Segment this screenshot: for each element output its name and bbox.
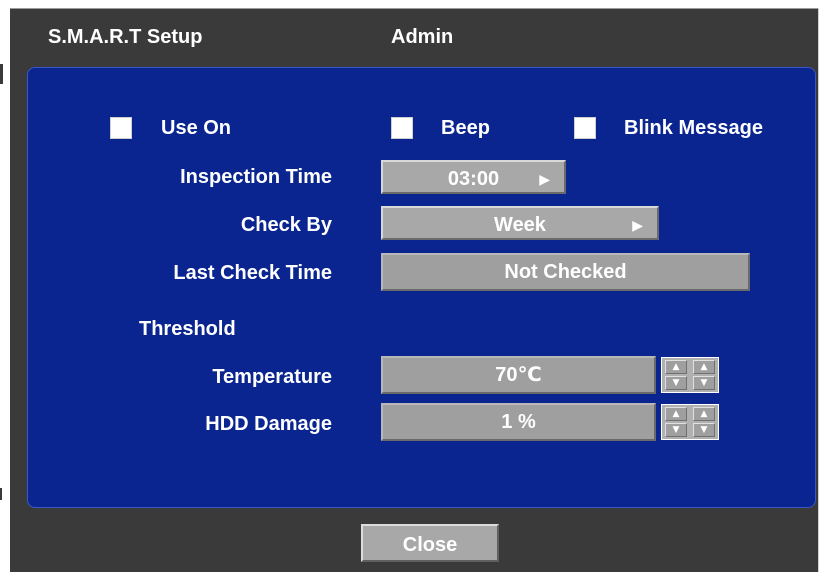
spin-down-icon[interactable]: ▼ (693, 423, 715, 437)
hdd-damage-value: 1 % (501, 411, 536, 433)
check-by-select[interactable]: Week ▶ (381, 206, 659, 240)
hdd-damage-spinner: ▲ ▲ ▼ ▼ (661, 404, 719, 440)
use-on-checkbox[interactable] (110, 117, 132, 139)
spin-down-icon[interactable]: ▼ (693, 376, 715, 390)
left-edge (0, 0, 10, 572)
spin-down-icon[interactable]: ▼ (665, 423, 687, 437)
temperature-label: Temperature (212, 366, 332, 388)
edge-mark (0, 64, 3, 84)
hdd-damage-label: HDD Damage (205, 413, 332, 435)
spin-up-icon[interactable]: ▲ (665, 360, 687, 374)
last-check-time-label: Last Check Time (173, 262, 332, 284)
spin-up-icon[interactable]: ▲ (693, 360, 715, 374)
inspection-time-select[interactable]: 03:00 ▶ (381, 160, 566, 194)
blink-message-checkbox[interactable] (574, 117, 596, 139)
right-edge (818, 8, 825, 572)
temperature-value: 70℃ (495, 364, 542, 386)
triangle-right-icon: ▶ (632, 217, 643, 233)
triangle-right-icon: ▶ (539, 171, 550, 187)
spin-down-icon[interactable]: ▼ (665, 376, 687, 390)
blink-message-label: Blink Message (624, 117, 763, 139)
spin-up-icon[interactable]: ▲ (665, 407, 687, 421)
dialog-title: S.M.A.R.T Setup (48, 26, 203, 48)
inspection-time-value: 03:00 (447, 168, 500, 190)
last-check-time-value: Not Checked (504, 261, 627, 283)
close-button[interactable]: Close (361, 524, 499, 562)
hdd-damage-input[interactable]: 1 % (381, 403, 656, 441)
temperature-input[interactable]: 70℃ (381, 356, 656, 394)
use-on-label: Use On (161, 117, 232, 139)
current-user: Admin (391, 26, 454, 48)
temperature-spinner: ▲ ▲ ▼ ▼ (661, 357, 719, 393)
check-by-label: Check By (240, 214, 332, 236)
beep-checkbox[interactable] (391, 117, 413, 139)
spin-up-icon[interactable]: ▲ (693, 407, 715, 421)
screen: S.M.A.R.T Setup Admin Use On Beep Blink … (0, 0, 825, 572)
check-by-value: Week (494, 214, 546, 236)
last-check-time-field: Not Checked (381, 253, 750, 291)
threshold-heading: Threshold (139, 318, 236, 340)
beep-label: Beep (441, 117, 490, 139)
inspection-time-label: Inspection Time (180, 166, 332, 188)
edge-mark (0, 488, 2, 500)
